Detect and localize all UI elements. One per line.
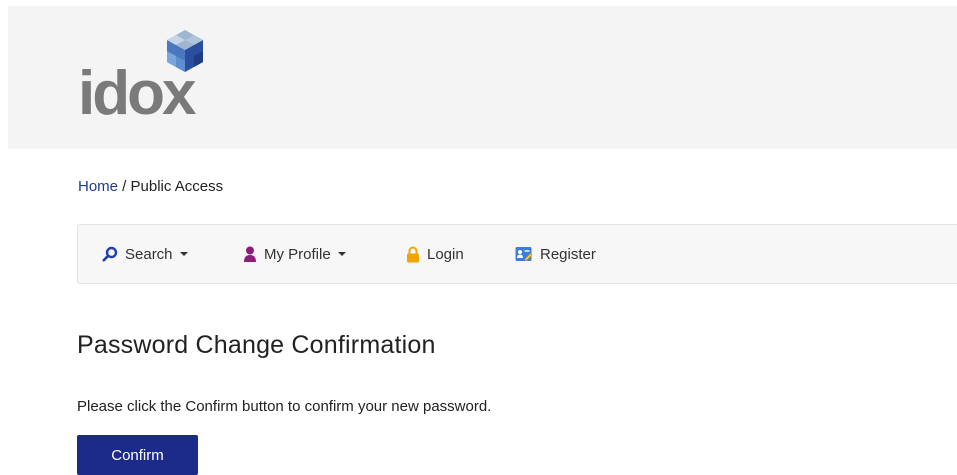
breadcrumb: Home / Public Access: [78, 178, 223, 195]
confirm-button[interactable]: Confirm: [77, 435, 198, 475]
chevron-down-icon: [337, 252, 346, 256]
nav-profile-label: My Profile: [264, 245, 331, 263]
breadcrumb-home-link[interactable]: Home: [78, 178, 118, 195]
page-title: Password Change Confirmation: [77, 331, 436, 359]
main-navbar: Search My Profile Login Register: [77, 224, 957, 284]
logo-wordmark: idox: [78, 59, 196, 128]
idox-logo[interactable]: idox: [78, 28, 228, 133]
nav-profile-dropdown[interactable]: My Profile: [243, 225, 346, 283]
nav-register-link[interactable]: Register: [515, 225, 596, 283]
lock-icon: [406, 246, 420, 263]
search-icon: [102, 246, 118, 262]
register-card-icon: [515, 246, 533, 262]
confirm-instruction-text: Please click the Confirm button to confi…: [77, 398, 492, 415]
site-header: idox: [8, 6, 957, 149]
chevron-down-icon: [179, 252, 188, 256]
nav-register-label: Register: [540, 245, 596, 263]
nav-search-label: Search: [125, 245, 173, 263]
nav-login-label: Login: [427, 245, 464, 263]
breadcrumb-separator: /: [118, 178, 131, 195]
nav-search-dropdown[interactable]: Search: [102, 225, 188, 283]
breadcrumb-current: Public Access: [130, 178, 224, 195]
user-icon: [243, 246, 257, 262]
nav-login-link[interactable]: Login: [406, 225, 464, 283]
